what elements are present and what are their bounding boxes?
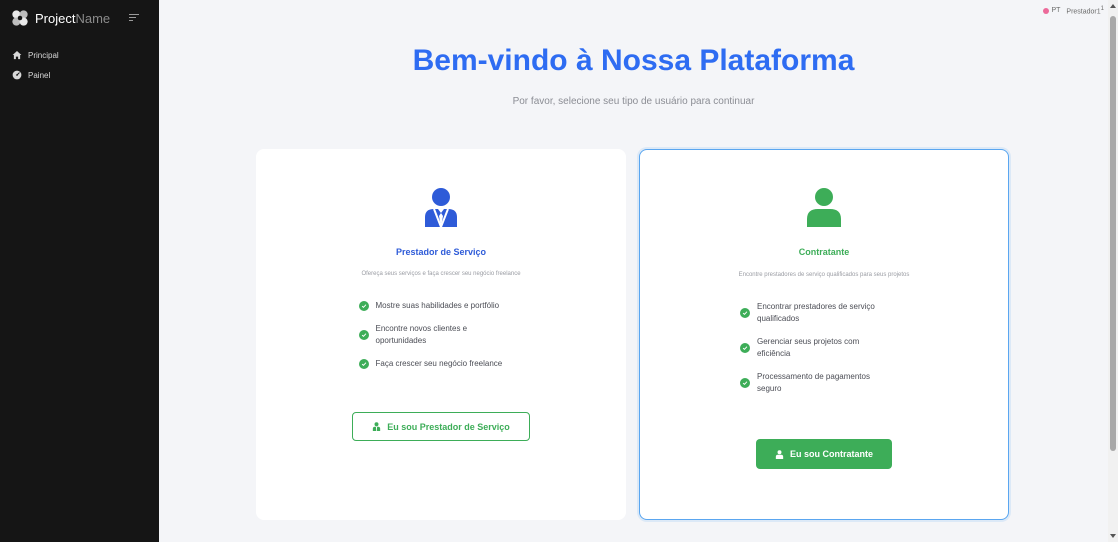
check-circle-icon: [358, 359, 369, 369]
dashboard-icon: [12, 70, 22, 80]
sidebar-item-label: Painel: [28, 70, 51, 80]
feature-text: Processamento de pagamentos seguro: [757, 372, 870, 393]
brand-name-light: Name: [75, 10, 111, 26]
feature-text: Encontre novos clientes e oportunidades: [375, 324, 468, 345]
list-item: Faça crescer seu negócio freelance: [256, 358, 626, 370]
page-subtitle: Por favor, selecione seu tipo de usuário…: [512, 96, 755, 107]
user-menu[interactable]: Prestador11: [1066, 6, 1104, 15]
user-name: Prestador1: [1066, 8, 1101, 16]
brand[interactable]: ProjectName: [0, 5, 159, 31]
check-circle-icon: [358, 330, 369, 340]
user-tie-icon: [373, 422, 381, 431]
user-badge: 1: [1100, 6, 1104, 12]
feature-text: Mostre suas habilidades e portfólio: [375, 301, 500, 310]
provider-select-button[interactable]: Eu sou Prestador de Serviço: [352, 412, 530, 441]
feature-text: Faça crescer seu negócio freelance: [375, 359, 503, 368]
brand-name: ProjectName: [35, 11, 110, 26]
user-icon: [807, 188, 841, 227]
menu-toggle-icon[interactable]: [129, 14, 139, 22]
businessman-icon: [425, 188, 457, 227]
list-item: Mostre suas habilidades e portfólio: [256, 300, 626, 312]
scrollbar[interactable]: [1108, 0, 1118, 542]
logo-icon: [12, 10, 28, 26]
topbar: PT Prestador11: [1043, 6, 1104, 15]
card-title: Prestador de Serviço: [395, 247, 487, 257]
list-item: Processamento de pagamentos seguro: [640, 371, 1008, 395]
card-title: Contratante: [798, 247, 850, 257]
button-label: Eu sou Prestador de Serviço: [387, 421, 510, 432]
card-description: Encontre prestadores de serviço qualific…: [738, 272, 910, 278]
client-card[interactable]: Contratante Encontre prestadores de serv…: [639, 149, 1009, 520]
scroll-up-icon[interactable]: [1110, 4, 1116, 8]
flag-icon: [1043, 7, 1050, 14]
user-icon: [775, 449, 784, 459]
feature-list: Encontrar prestadores de serviço qualifi…: [640, 301, 1008, 406]
feature-text: Gerenciar seus projetos com eficiência: [757, 337, 860, 358]
list-item: Encontre novos clientes e oportunidades: [256, 323, 626, 347]
provider-card[interactable]: Prestador de Serviço Ofereça seus serviç…: [256, 149, 626, 520]
sidebar-item-principal[interactable]: Principal: [0, 45, 159, 65]
card-description: Ofereça seus serviços e faça crescer seu…: [361, 271, 521, 277]
check-circle-icon: [740, 378, 750, 388]
sidebar-nav: Principal Painel: [0, 45, 159, 85]
brand-name-strong: Project: [35, 10, 76, 26]
feature-list: Mostre suas habilidades e portfólio Enco…: [256, 300, 626, 381]
page-title: Bem-vindo à Nossa Plataforma: [412, 44, 855, 77]
home-icon: [12, 50, 22, 60]
sidebar: ProjectName Principal Painel: [0, 0, 159, 542]
check-circle-icon: [740, 308, 750, 318]
language-selector[interactable]: PT: [1043, 7, 1060, 14]
check-circle-icon: [740, 343, 750, 353]
client-select-button[interactable]: Eu sou Contratante: [756, 439, 892, 469]
button-label: Eu sou Contratante: [789, 449, 873, 459]
check-circle-icon: [358, 301, 369, 311]
list-item: Encontrar prestadores de serviço qualifi…: [640, 301, 1008, 325]
scroll-down-icon[interactable]: [1110, 534, 1116, 538]
sidebar-item-label: Principal: [28, 50, 59, 60]
scrollbar-thumb[interactable]: [1110, 16, 1116, 451]
main-content: Bem-vindo à Nossa Plataforma Por favor, …: [159, 0, 1108, 542]
list-item: Gerenciar seus projetos com eficiência: [640, 336, 1008, 360]
language-label: PT: [1051, 7, 1061, 15]
sidebar-item-painel[interactable]: Painel: [0, 65, 159, 85]
feature-text: Encontrar prestadores de serviço qualifi…: [757, 302, 875, 323]
